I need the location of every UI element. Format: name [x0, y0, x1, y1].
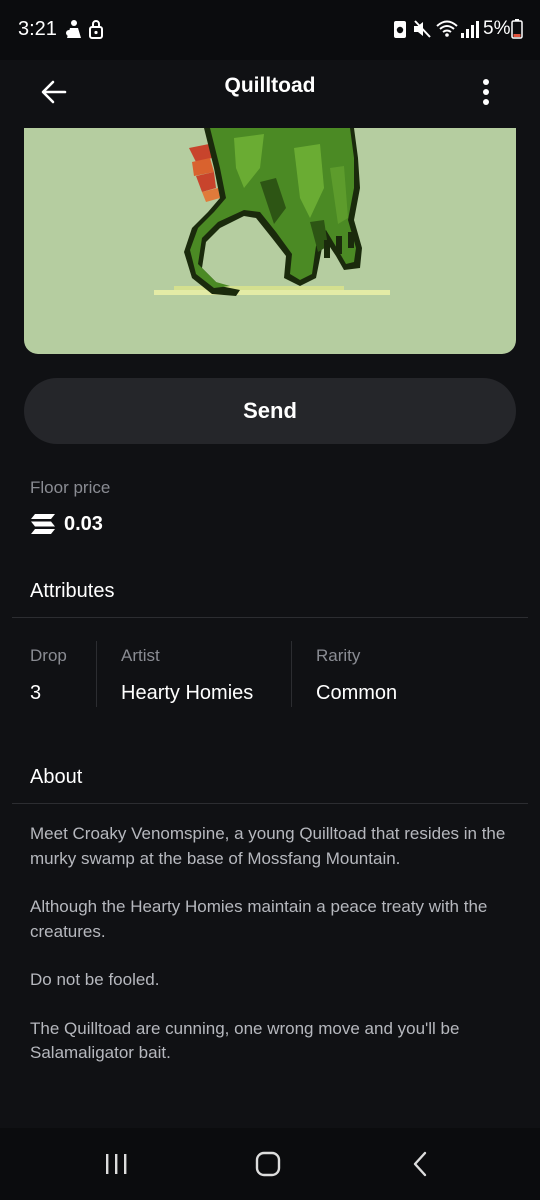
- floor-price-label: Floor price: [30, 478, 111, 497]
- mute-icon: [412, 18, 432, 45]
- attribute-value-rarity: Common: [316, 682, 398, 704]
- lock-icon: [88, 18, 104, 45]
- battery-icon: [511, 18, 523, 45]
- back-chevron-icon: [413, 1151, 427, 1177]
- page-title: Quilltoad: [224, 74, 316, 97]
- attribute-separator: [291, 641, 292, 707]
- attribute-label-rarity: Rarity: [316, 646, 361, 665]
- app-header: Quilltoad: [0, 60, 540, 128]
- attribute-label-drop: Drop: [30, 646, 67, 665]
- about-paragraph: Do not be fooled.: [30, 970, 160, 989]
- attribute-value-artist: Hearty Homies: [121, 682, 254, 704]
- attribute-separator: [96, 641, 97, 707]
- about-heading: About: [30, 766, 83, 788]
- data-saver-icon: [392, 18, 408, 45]
- floor-price-amount: 0.03: [64, 512, 103, 535]
- back-button[interactable]: [28, 66, 80, 118]
- signal-icon: [460, 18, 480, 45]
- more-options-button[interactable]: [464, 66, 508, 118]
- about-paragraph: Meet Croaky Venomspine, a young Quilltoa…: [30, 824, 506, 868]
- status-time: 3:21: [18, 18, 57, 40]
- about-paragraph: The Quilltoad are cunning, one wrong mov…: [30, 1018, 460, 1063]
- game-controller-icon: [64, 18, 82, 45]
- recents-button[interactable]: [86, 1146, 146, 1182]
- solana-icon: [31, 514, 55, 534]
- pixel-art-creature-image: [154, 128, 390, 296]
- about-paragraph: Although the Hearty Homies maintain a pe…: [30, 897, 488, 941]
- wifi-icon: [436, 18, 458, 45]
- attributes-heading: Attributes: [30, 580, 115, 602]
- battery-percent: 5%: [483, 18, 511, 39]
- home-icon: [255, 1151, 281, 1177]
- attributes-divider: [12, 617, 528, 618]
- status-bar: 3:21 5%: [0, 0, 540, 60]
- arrow-left-icon: [41, 80, 67, 104]
- home-button[interactable]: [238, 1146, 298, 1182]
- about-divider: [12, 803, 528, 804]
- floor-price-value: 0.03: [30, 510, 103, 538]
- attribute-label-artist: Artist: [121, 646, 160, 665]
- more-vertical-icon: [483, 79, 489, 105]
- nav-back-button[interactable]: [390, 1146, 450, 1182]
- send-button[interactable]: Send: [24, 378, 516, 444]
- nft-image: [24, 128, 516, 354]
- about-description: Meet Croaky Venomspine, a young Quilltoa…: [30, 822, 510, 1090]
- attribute-value-drop: 3: [30, 682, 42, 704]
- recents-icon: [106, 1154, 127, 1174]
- system-nav-bar: [0, 1128, 540, 1200]
